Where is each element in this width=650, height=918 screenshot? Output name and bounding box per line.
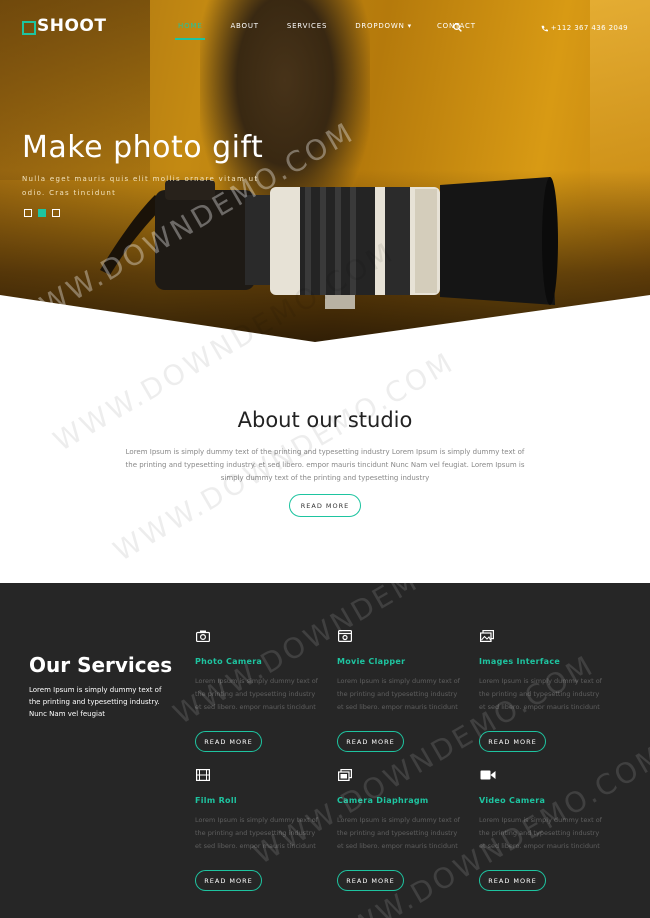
video-camera-icon [480,770,496,780]
logo[interactable]: SHOOT [22,12,106,35]
nav-item-services[interactable]: SERVICES [287,22,327,34]
service-card-movie-clapper: Movie Clapper Lorem Ipsum is simply dumm… [337,627,462,752]
diaphragm-icon [338,769,352,781]
service-name: Photo Camera [195,657,263,666]
service-name: Film Roll [195,796,237,805]
phone-number[interactable]: +112 367 436 2049 [541,24,628,32]
service-desc: Lorem Ipsum is simply dummy text of the … [479,677,602,711]
slider-dots [24,209,60,217]
slide-dot-2[interactable] [38,209,46,217]
service-read-more-button[interactable]: READ MORE [195,870,262,891]
images-icon [480,630,494,642]
hero-title: Make photo gift [22,130,264,165]
hero-divider [0,295,650,345]
clapper-icon [338,630,353,643]
service-desc: Lorem Ipsum is simply dummy text of the … [195,677,318,711]
service-desc: Lorem Ipsum is simply dummy text of the … [479,816,602,850]
phone-text: +112 367 436 2049 [550,24,628,32]
main-menu: HOME ABOUT SERVICES DROPDOWN ▾ CONTACT [174,22,476,40]
slide-dot-1[interactable] [24,209,32,217]
service-read-more-button[interactable]: READ MORE [479,870,546,891]
service-name: Camera Diaphragm [337,796,429,805]
services-text: Lorem Ipsum is simply dummy text of the … [29,686,162,718]
search-icon[interactable] [453,23,462,32]
service-card-camera-diaphragm: Camera Diaphragm Lorem Ipsum is simply d… [337,766,462,891]
service-card-video-camera: Video Camera Lorem Ipsum is simply dummy… [479,766,604,891]
service-name: Images Interface [479,657,561,666]
camera-icon [196,630,211,643]
service-read-more-button[interactable]: READ MORE [479,731,546,752]
service-card-photo-camera: Photo Camera Lorem Ipsum is simply dummy… [195,627,320,752]
service-read-more-button[interactable]: READ MORE [337,870,404,891]
service-name: Movie Clapper [337,657,406,666]
services-title: Our Services [29,653,173,677]
services-section: Our Services Lorem Ipsum is simply dummy… [0,508,650,918]
slide-dot-3[interactable] [52,209,60,217]
service-card-film-roll: Film Roll Lorem Ipsum is simply dummy te… [195,766,320,891]
service-desc: Lorem Ipsum is simply dummy text of the … [195,816,318,850]
service-read-more-button[interactable]: READ MORE [195,731,262,752]
about-text: Lorem Ipsum is simply dummy text of the … [125,448,525,482]
film-icon [196,769,211,782]
nav-item-dropdown[interactable]: DROPDOWN ▾ [355,22,412,34]
about-read-more-button[interactable]: READ MORE [289,494,361,517]
top-navbar: SHOOT HOME ABOUT SERVICES DROPDOWN ▾ CON… [0,0,650,58]
nav-item-home[interactable]: HOME [174,22,206,40]
logo-mark [22,21,36,35]
phone-icon [541,25,548,31]
service-desc: Lorem Ipsum is simply dummy text of the … [337,677,460,711]
logo-text: SHOOT [37,16,107,36]
about-title: About our studio [237,408,413,432]
service-desc: Lorem Ipsum is simply dummy text of the … [337,816,460,850]
service-name: Video Camera [479,796,546,805]
hero-subtitle: Nulla eget mauris quis elit mollis ornar… [22,175,259,197]
service-card-images-interface: Images Interface Lorem Ipsum is simply d… [479,627,604,752]
nav-item-about[interactable]: ABOUT [230,22,258,34]
service-read-more-button[interactable]: READ MORE [337,731,404,752]
